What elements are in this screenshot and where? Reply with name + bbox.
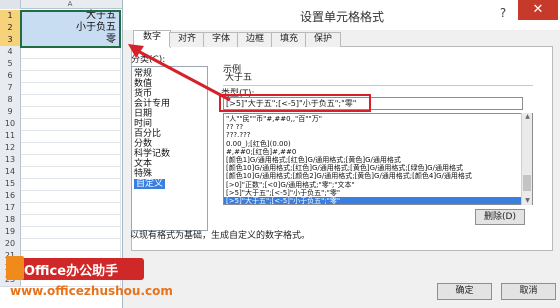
format-code-item[interactable]: ???.??? bbox=[226, 131, 251, 139]
category-item[interactable]: 文本 bbox=[134, 159, 152, 169]
format-code-item[interactable]: #,##0;[红色]#,##0 bbox=[226, 148, 296, 156]
column-header-bar: A bbox=[0, 0, 122, 9]
close-button[interactable]: ✕ bbox=[518, 0, 558, 20]
cell-selection-border bbox=[20, 10, 121, 48]
format-list-scrollbar[interactable]: ▲ ▼ bbox=[521, 113, 532, 205]
category-item[interactable]: 百分比 bbox=[134, 129, 161, 139]
watermark-url: www.officezhushou.com bbox=[10, 284, 173, 298]
format-code-item[interactable]: [颜色10]G/通用格式;[颜色2]G/通用格式;[黄色]G/通用格式;[颜色4… bbox=[226, 172, 472, 180]
format-code-item[interactable]: [颜色10]G/通用格式;[红色]G/通用格式;[黄色]G/通用格式;[绿色]G… bbox=[226, 164, 463, 172]
scroll-down-icon[interactable]: ▼ bbox=[522, 197, 533, 205]
ok-button[interactable]: 确定 bbox=[437, 283, 492, 300]
format-code-item[interactable]: [>5]"大于五";[<-5]"小于负五";"零" bbox=[224, 197, 524, 204]
category-item[interactable]: 科学记数 bbox=[134, 149, 170, 159]
watermark-title: Office办公助手 bbox=[24, 264, 119, 279]
scroll-thumb[interactable] bbox=[523, 175, 531, 191]
format-code-item[interactable]: [颜色1]G/通用格式;[红色]G/通用格式;[黄色]G/通用格式 bbox=[226, 156, 401, 164]
format-code-listbox[interactable]: "人""民""币"#,##0,,"百""万"?? ?????.??? 0.00_)… bbox=[223, 113, 533, 205]
tab-4[interactable]: 边框 bbox=[237, 32, 273, 47]
scroll-up-icon[interactable]: ▲ bbox=[522, 113, 533, 121]
annotation-arrow-icon bbox=[128, 44, 231, 102]
category-item[interactable]: 分数 bbox=[134, 139, 152, 149]
format-code-item[interactable]: [>5]"大于五";[<-5]"小于负五";"零" bbox=[226, 189, 340, 197]
cancel-button[interactable]: 取消 bbox=[501, 283, 556, 300]
category-item[interactable]: 特殊 bbox=[134, 169, 152, 179]
column-header-a[interactable]: A bbox=[20, 0, 120, 9]
category-item[interactable]: 日期 bbox=[134, 109, 152, 119]
help-button[interactable]: ? bbox=[493, 4, 513, 22]
sample-value: 大于五 bbox=[223, 72, 533, 86]
tab-6[interactable]: 保护 bbox=[305, 32, 341, 47]
office-logo-icon bbox=[6, 256, 24, 280]
format-code-item[interactable]: 0.00_);[红色](0.00) bbox=[226, 140, 291, 148]
tab-5[interactable]: 填充 bbox=[271, 32, 307, 47]
format-code-item[interactable]: [>0]"正数";[<0]G/通用格式;"零";"文本" bbox=[226, 181, 355, 189]
format-code-item[interactable]: ?? ?? bbox=[226, 123, 243, 131]
format-code-item[interactable]: "人""民""币"#,##0,,"百""万" bbox=[226, 115, 322, 123]
description-text: 以现有格式为基础，生成自定义的数字格式。 bbox=[130, 231, 311, 241]
category-item[interactable]: 时间 bbox=[134, 119, 152, 129]
delete-button[interactable]: 删除(D) bbox=[475, 209, 525, 225]
category-item[interactable]: 自定义 bbox=[134, 179, 166, 189]
select-all-corner[interactable] bbox=[0, 0, 21, 9]
